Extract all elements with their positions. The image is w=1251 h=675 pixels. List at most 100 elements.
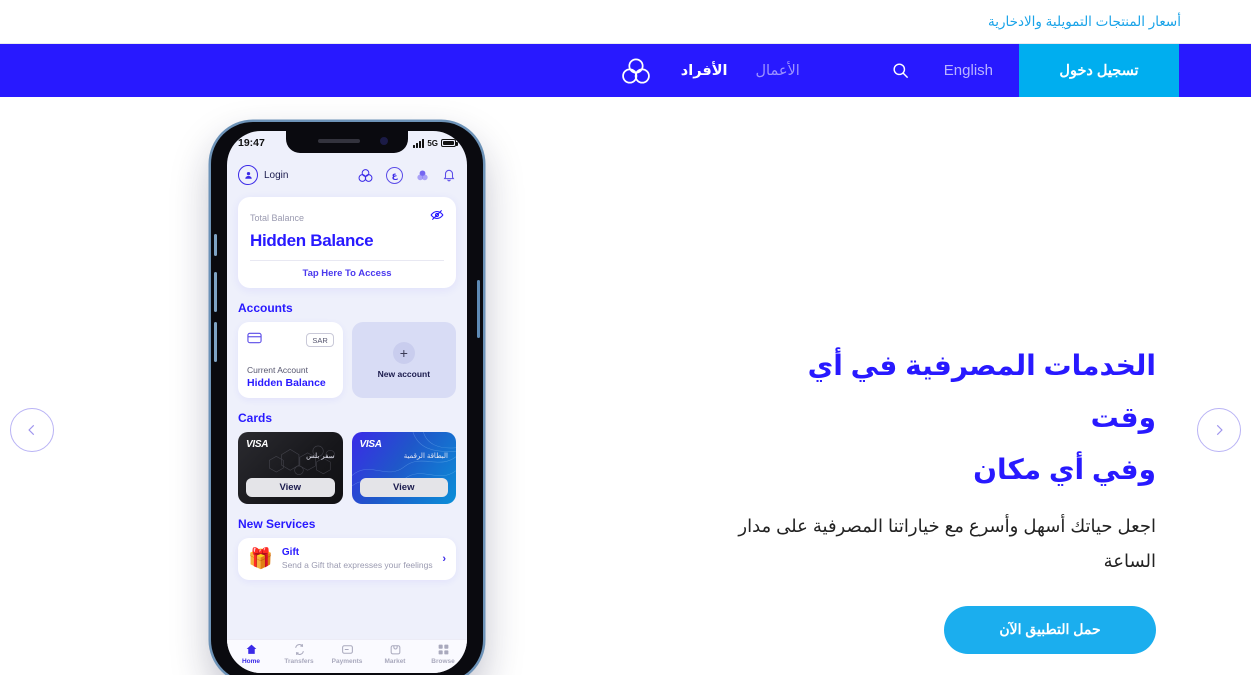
- mute-switch[interactable]: [214, 234, 217, 256]
- credit-card-icon: [247, 331, 262, 349]
- login-button[interactable]: تسجيل دخول: [1019, 44, 1179, 97]
- carousel-next-button[interactable]: [1197, 408, 1241, 452]
- hero-title-line1: الخدمات المصرفية في أي وقت: [807, 350, 1157, 433]
- new-account-button[interactable]: + New account: [351, 322, 456, 398]
- tab-home[interactable]: Home: [228, 643, 274, 665]
- app-content: Login ع Total Balance Hidden Balance Tap…: [227, 155, 467, 673]
- home-icon: [246, 644, 256, 654]
- app-header: Login ع: [227, 155, 467, 193]
- card-view-button[interactable]: View: [246, 478, 335, 497]
- account-card-top: SAR: [247, 331, 334, 349]
- chevron-right-icon[interactable]: ›: [442, 553, 446, 565]
- accounts-row: SAR Current Account Hidden Balance + New…: [227, 322, 467, 398]
- app-login-label: Login: [264, 169, 289, 181]
- gift-icon: 🎁: [248, 548, 273, 571]
- tap-to-access-link[interactable]: Tap Here To Access: [250, 268, 444, 279]
- tab-label: Home: [241, 658, 261, 665]
- balance-label: Total Balance: [250, 212, 305, 223]
- volume-up-button[interactable]: [214, 272, 217, 312]
- currency-badge: SAR: [306, 333, 334, 347]
- account-name: Current Account: [247, 365, 308, 375]
- eye-off-icon[interactable]: [430, 208, 444, 227]
- main-navigation: تسجيل دخول English الأعمال الأفراد: [0, 44, 1251, 97]
- power-button[interactable]: [477, 280, 480, 338]
- balance-card: Total Balance Hidden Balance Tap Here To…: [238, 197, 456, 288]
- phone-mockup: 19:47 5G Login ع Total Balance Hidden Ba…: [203, 122, 493, 675]
- hero-title-line2: وفي أي مكان: [973, 453, 1156, 485]
- accounts-section-title: Accounts: [238, 301, 293, 315]
- card-brand: VISA: [246, 439, 269, 450]
- circles-icon[interactable]: [415, 168, 430, 183]
- volume-down-button[interactable]: [214, 322, 217, 362]
- trefoil-logo-icon[interactable]: [357, 168, 374, 183]
- card-name: البطاقة الرقمية: [403, 453, 448, 460]
- nav-right-group: الأعمال الأفراد: [619, 44, 884, 97]
- account-balance: Hidden Balance: [247, 377, 326, 389]
- status-time: 19:47: [238, 137, 265, 149]
- phone-screen: 19:47 5G Login ع Total Balance Hidden Ba…: [227, 131, 467, 673]
- landing-page: أسعار المنتجات التمويلية والادخارية تسجي…: [0, 0, 1251, 675]
- battery-icon: [441, 139, 458, 147]
- balance-card-top: Total Balance: [250, 208, 444, 227]
- tab-browse[interactable]: Browse: [420, 643, 466, 665]
- balance-value: Hidden Balance: [250, 231, 374, 250]
- front-camera: [380, 137, 388, 145]
- arabic-language-icon[interactable]: ع: [386, 166, 403, 184]
- cards-section-title: Cards: [238, 411, 273, 425]
- tab-market[interactable]: Market: [372, 643, 418, 665]
- hero-subtitle: اجعل حياتك أسهل وأسرع مع خياراتنا المصرف…: [738, 516, 1156, 572]
- cards-row: VISA سفر بلس View VISA البطاقة الرقمية V: [227, 432, 467, 504]
- nav-left-group: تسجيل دخول English: [884, 44, 1251, 97]
- ticker-bar: أسعار المنتجات التمويلية والادخارية: [0, 0, 1251, 44]
- app-login-button[interactable]: Login: [238, 165, 288, 185]
- network-label: 5G: [427, 138, 438, 148]
- bottom-tab-bar: Home Transfers Payments Market Browse: [227, 639, 467, 673]
- services-section-title: New Services: [238, 517, 316, 531]
- language-switch[interactable]: English: [918, 44, 1019, 97]
- app-header-icons: ع: [357, 166, 456, 184]
- tab-label: Payments: [331, 658, 363, 665]
- phone-frame: 19:47 5G Login ع Total Balance Hidden Ba…: [211, 122, 483, 675]
- tab-label: Browse: [431, 658, 455, 665]
- bell-icon[interactable]: [442, 168, 456, 182]
- carousel-prev-button[interactable]: [10, 408, 54, 452]
- service-description: Send a Gift that expresses your feelings: [281, 560, 433, 570]
- card-item[interactable]: VISA البطاقة الرقمية View: [351, 432, 456, 504]
- card-name: سفر بلس: [306, 453, 335, 460]
- hero-title: الخدمات المصرفية في أي وقت وفي أي مكان: [736, 340, 1157, 495]
- chevron-left-icon: [28, 424, 35, 436]
- tab-label: Market: [384, 658, 406, 665]
- nav-tab-individuals[interactable]: الأفراد: [667, 44, 742, 97]
- download-app-button[interactable]: حمل التطبيق الآن: [944, 605, 1156, 654]
- new-account-label: New account: [377, 368, 431, 379]
- ticker-text[interactable]: أسعار المنتجات التمويلية والادخارية: [988, 14, 1181, 30]
- trefoil-logo-icon[interactable]: [619, 56, 653, 86]
- balance-divider: [250, 260, 444, 261]
- account-card[interactable]: SAR Current Account Hidden Balance: [238, 322, 343, 398]
- plus-icon: +: [392, 341, 415, 364]
- card-item[interactable]: VISA سفر بلس View: [238, 432, 343, 504]
- card-brand: VISA: [359, 439, 382, 450]
- market-icon: [390, 645, 400, 655]
- nav-tab-business[interactable]: الأعمال: [742, 44, 814, 97]
- hero-section: الخدمات المصرفية في أي وقت وفي أي مكان ا…: [736, 340, 1156, 654]
- nav-left-spacer: [1179, 44, 1251, 97]
- signal-bars-icon: [413, 138, 425, 148]
- user-avatar-icon: [238, 165, 258, 185]
- search-icon[interactable]: [884, 44, 918, 97]
- status-indicators: 5G: [413, 138, 458, 148]
- phone-notch: [286, 131, 408, 153]
- service-text-group: Gift Send a Gift that expresses your fee…: [282, 547, 433, 571]
- card-view-button[interactable]: View: [359, 478, 448, 497]
- tab-label: Transfers: [284, 658, 314, 665]
- earpiece-speaker: [318, 139, 360, 143]
- service-title: Gift: [281, 547, 300, 558]
- tab-payments[interactable]: Payments: [324, 643, 370, 665]
- transfers-icon: [294, 644, 304, 655]
- arabic-language-label: ع: [386, 166, 403, 184]
- chevron-right-icon: [1216, 424, 1223, 436]
- tab-transfers[interactable]: Transfers: [276, 643, 322, 665]
- browse-grid-icon: [438, 644, 448, 655]
- payments-icon: [341, 645, 353, 654]
- service-item-gift[interactable]: 🎁 Gift Send a Gift that expresses your f…: [238, 538, 456, 581]
